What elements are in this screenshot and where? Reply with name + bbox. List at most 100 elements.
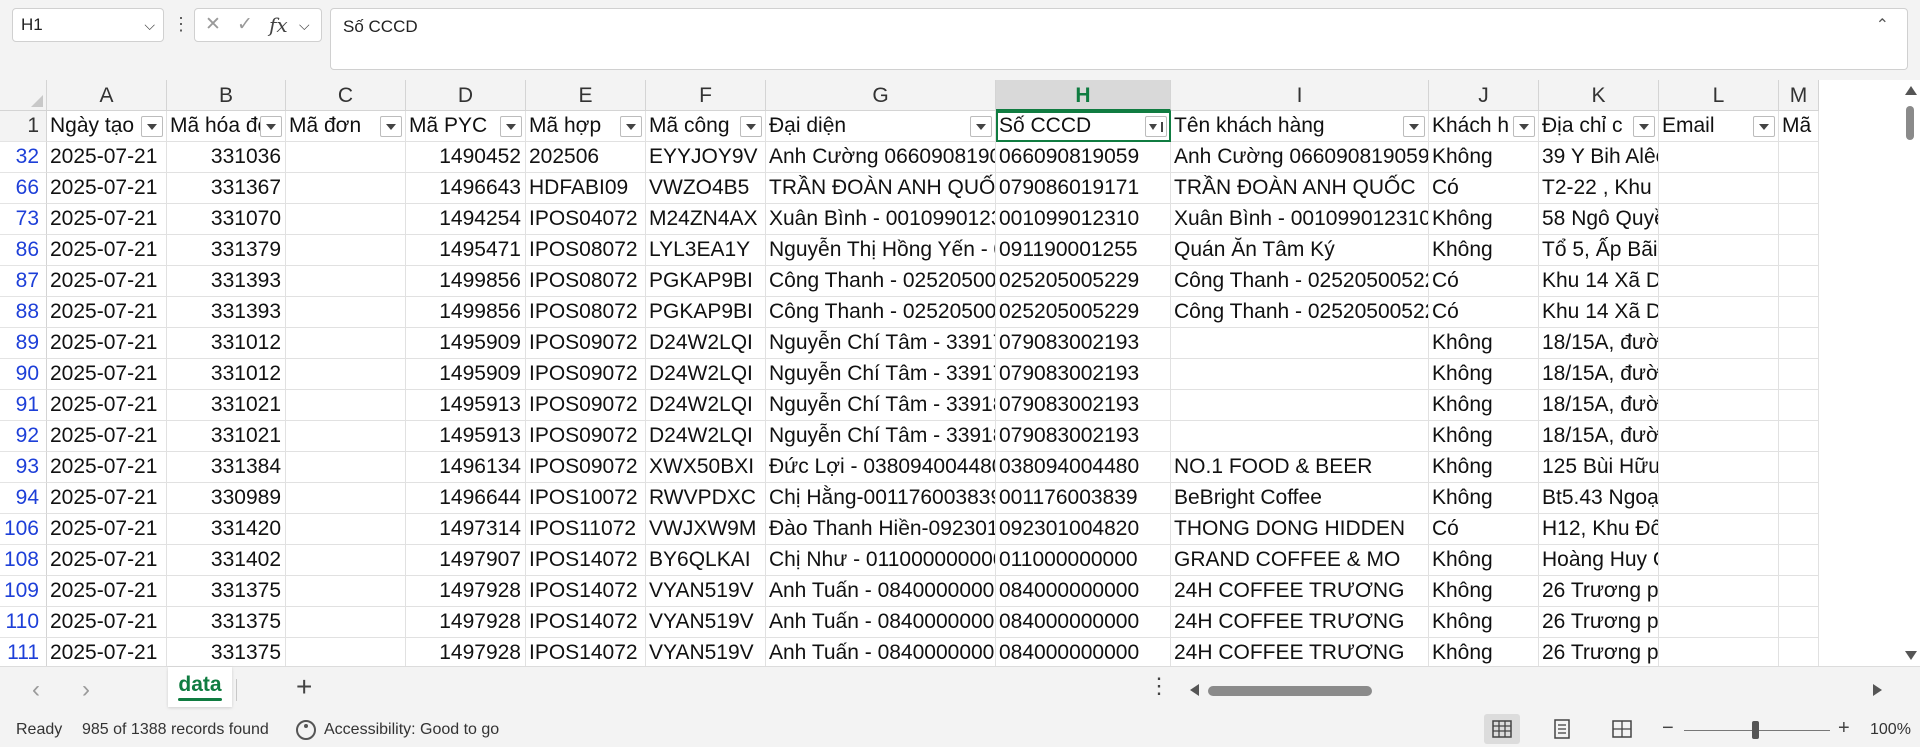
- cell-c[interactable]: [286, 483, 406, 514]
- cell-l[interactable]: [1659, 390, 1779, 421]
- chevron-down-icon[interactable]: ⌵: [144, 9, 155, 41]
- cell-f[interactable]: D24W2LQI: [646, 421, 766, 452]
- cell-b[interactable]: 331367: [167, 173, 286, 204]
- cell-i[interactable]: Anh Cường 066090819059: [1171, 142, 1429, 173]
- cell-d[interactable]: 1495471: [406, 235, 526, 266]
- cell-g[interactable]: Nguyễn Chí Tâm - 33917: [766, 359, 996, 390]
- more-options-icon[interactable]: ⋮: [1148, 673, 1170, 699]
- cell-i[interactable]: TRẦN ĐOÀN ANH QUỐC: [1171, 173, 1429, 204]
- filter-dropdown-icon[interactable]: [380, 116, 402, 137]
- cell-m[interactable]: [1779, 607, 1819, 638]
- cell-j[interactable]: Có: [1429, 297, 1539, 328]
- cell-i[interactable]: THONG DONG HIDDEN: [1171, 514, 1429, 545]
- cell-g[interactable]: Anh Tuấn - 084000000000: [766, 607, 996, 638]
- cell-d[interactable]: 1490452: [406, 142, 526, 173]
- header-cell-h[interactable]: Số CCCD: [996, 111, 1171, 142]
- cell-a[interactable]: 2025-07-21: [47, 483, 167, 514]
- cell-d[interactable]: 1495913: [406, 390, 526, 421]
- cell-a[interactable]: 2025-07-21: [47, 204, 167, 235]
- cell-l[interactable]: [1659, 576, 1779, 607]
- column-header-i[interactable]: I: [1171, 80, 1429, 111]
- cell-b[interactable]: 331021: [167, 390, 286, 421]
- cell-e[interactable]: IPOS09072: [526, 421, 646, 452]
- cell-a[interactable]: 2025-07-21: [47, 266, 167, 297]
- status-accessibility[interactable]: Accessibility: Good to go: [324, 721, 499, 739]
- cell-k[interactable]: 18/15A, đường 429, Ấp 1: [1539, 328, 1659, 359]
- select-all-corner[interactable]: [0, 80, 47, 111]
- cell-a[interactable]: 2025-07-21: [47, 297, 167, 328]
- cell-b[interactable]: 331379: [167, 235, 286, 266]
- cell-j[interactable]: Không: [1429, 204, 1539, 235]
- cell-k[interactable]: H12, Khu Đô Thị Hưng P: [1539, 514, 1659, 545]
- cell-f[interactable]: PGKAP9BI: [646, 297, 766, 328]
- column-header-a[interactable]: A: [47, 80, 167, 111]
- cell-e[interactable]: IPOS04072: [526, 204, 646, 235]
- cell-k[interactable]: Khu 14 Xã Dân Quyền, T: [1539, 297, 1659, 328]
- row-header[interactable]: 88: [0, 297, 47, 328]
- cell-k[interactable]: 18/15A, đường 429, Ấp 1: [1539, 390, 1659, 421]
- filter-dropdown-icon[interactable]: [260, 116, 282, 137]
- cell-h[interactable]: 079083002193: [996, 421, 1171, 452]
- cell-g[interactable]: Chị Như - 011000000000: [766, 545, 996, 576]
- cell-j[interactable]: Không: [1429, 390, 1539, 421]
- function-icon[interactable]: fx: [269, 9, 288, 41]
- cell-e[interactable]: IPOS14072: [526, 638, 646, 666]
- cell-d[interactable]: 1497907: [406, 545, 526, 576]
- confirm-icon[interactable]: ✓: [237, 9, 253, 41]
- horizontal-scroll-thumb[interactable]: [1208, 686, 1372, 696]
- column-header-b[interactable]: B: [167, 80, 286, 111]
- filter-dropdown-icon[interactable]: [1513, 116, 1535, 137]
- cell-f[interactable]: XWX50BXI: [646, 452, 766, 483]
- cell-h[interactable]: 001176003839: [996, 483, 1171, 514]
- cell-e[interactable]: HDFABI09: [526, 173, 646, 204]
- cell-l[interactable]: [1659, 514, 1779, 545]
- cell-h[interactable]: 038094004480: [996, 452, 1171, 483]
- filter-dropdown-icon[interactable]: [1633, 116, 1655, 137]
- header-cell-b[interactable]: Mã hóa đơn: [167, 111, 286, 142]
- zoom-in-icon[interactable]: +: [1838, 717, 1850, 740]
- cell-k[interactable]: 18/15A, đường 429, Ấp 1: [1539, 359, 1659, 390]
- scroll-up-icon[interactable]: [1905, 86, 1917, 95]
- cell-i[interactable]: Công Thanh - 025205005229: [1171, 266, 1429, 297]
- cell-d[interactable]: 1499856: [406, 297, 526, 328]
- cell-d[interactable]: 1495913: [406, 421, 526, 452]
- cell-b[interactable]: 331021: [167, 421, 286, 452]
- cell-c[interactable]: [286, 421, 406, 452]
- cell-f[interactable]: VYAN519V: [646, 607, 766, 638]
- cancel-icon[interactable]: ✕: [205, 9, 221, 41]
- filter-dropdown-icon[interactable]: [970, 116, 992, 137]
- normal-view-icon[interactable]: [1484, 714, 1520, 744]
- cell-j[interactable]: Không: [1429, 545, 1539, 576]
- zoom-slider-thumb[interactable]: [1752, 721, 1759, 739]
- cell-f[interactable]: D24W2LQI: [646, 328, 766, 359]
- cell-j[interactable]: Không: [1429, 638, 1539, 666]
- cell-d[interactable]: 1496134: [406, 452, 526, 483]
- cell-f[interactable]: PGKAP9BI: [646, 266, 766, 297]
- cell-e[interactable]: IPOS09072: [526, 328, 646, 359]
- cell-d[interactable]: 1497314: [406, 514, 526, 545]
- cell-c[interactable]: [286, 390, 406, 421]
- cell-c[interactable]: [286, 514, 406, 545]
- cell-a[interactable]: 2025-07-21: [47, 452, 167, 483]
- filter-dropdown-icon[interactable]: [500, 116, 522, 137]
- cell-k[interactable]: Bt5.43 Ngoại Giao Đoàn: [1539, 483, 1659, 514]
- cell-c[interactable]: [286, 266, 406, 297]
- cell-j[interactable]: Không: [1429, 421, 1539, 452]
- cell-e[interactable]: IPOS14072: [526, 545, 646, 576]
- cell-j[interactable]: Không: [1429, 142, 1539, 173]
- column-header-e[interactable]: E: [526, 80, 646, 111]
- cell-k[interactable]: 125 Bùi Hữu Nghĩa, Phu: [1539, 452, 1659, 483]
- cell-h[interactable]: 001099012310: [996, 204, 1171, 235]
- cell-i[interactable]: Công Thanh - 025205005229: [1171, 297, 1429, 328]
- cell-l[interactable]: [1659, 483, 1779, 514]
- cell-m[interactable]: [1779, 328, 1819, 359]
- cell-e[interactable]: IPOS09072: [526, 390, 646, 421]
- cell-i[interactable]: GRAND COFFEE & MO: [1171, 545, 1429, 576]
- cell-l[interactable]: [1659, 173, 1779, 204]
- cell-g[interactable]: Anh Tuấn - 084000000000: [766, 576, 996, 607]
- row-header[interactable]: 87: [0, 266, 47, 297]
- cell-c[interactable]: [286, 452, 406, 483]
- cell-i[interactable]: Quán Ăn Tâm Ký: [1171, 235, 1429, 266]
- column-header-m[interactable]: M: [1779, 80, 1819, 111]
- cell-i[interactable]: [1171, 328, 1429, 359]
